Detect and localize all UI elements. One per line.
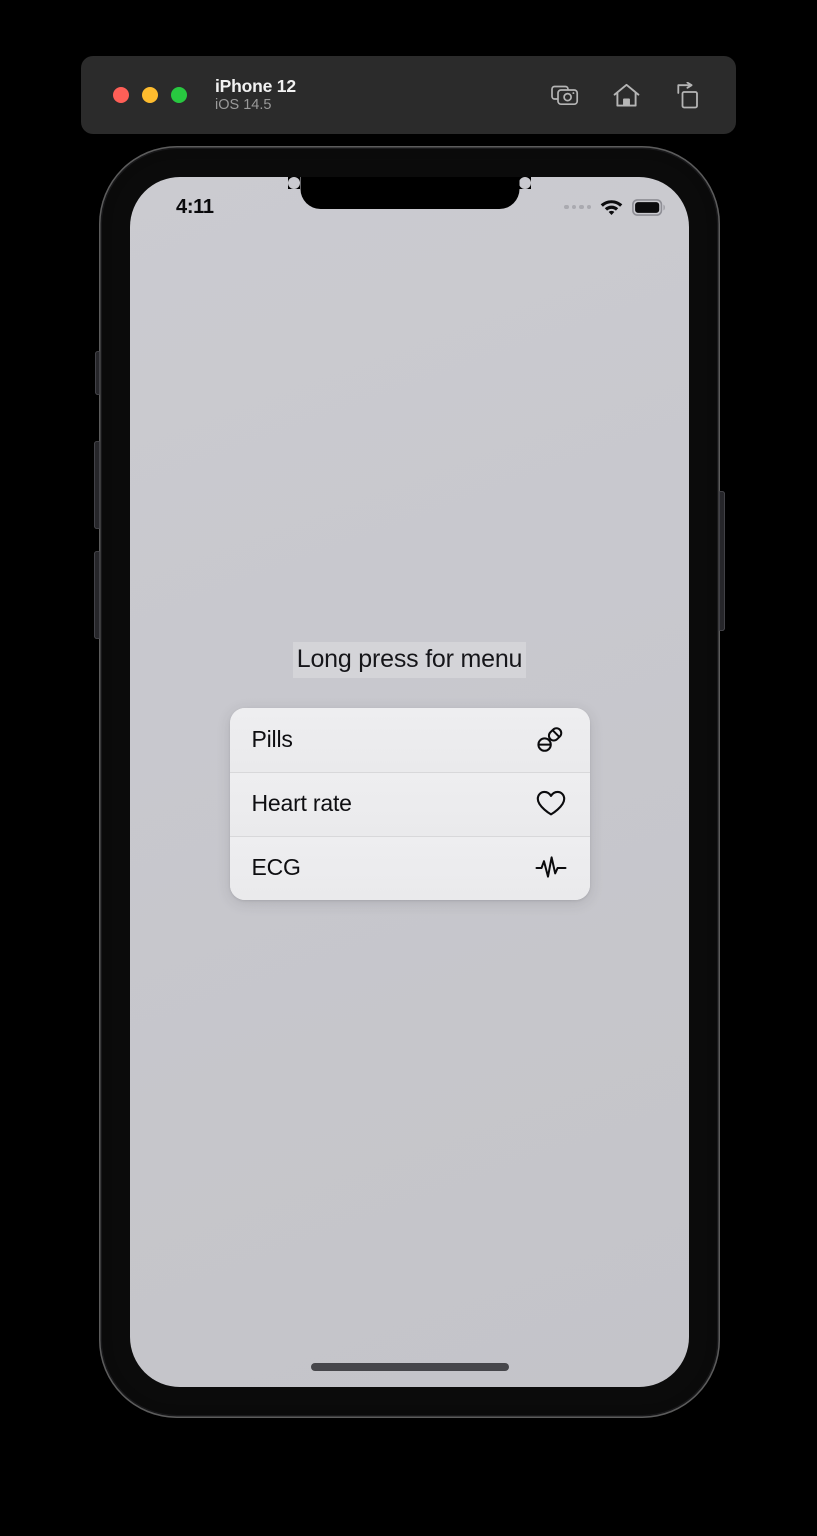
device-info: iPhone 12 iOS 14.5 (215, 76, 296, 115)
heart-icon (534, 787, 568, 821)
screen-content: Long press for menu Pills Heart rate ECG (130, 177, 689, 1387)
menu-item-pills[interactable]: Pills (229, 707, 590, 772)
close-window-button[interactable] (113, 87, 129, 103)
screenshot-button[interactable] (549, 79, 581, 111)
simulator-title-bar: iPhone 12 iOS 14.5 (81, 56, 736, 134)
simulator-stage: iPhone 12 iOS 14.5 4:11 Long press for m… (0, 0, 817, 1536)
ecg-waveform-icon (534, 851, 568, 885)
volume-up-button[interactable] (94, 441, 100, 529)
power-button[interactable] (719, 491, 725, 631)
minimize-window-button[interactable] (142, 87, 158, 103)
maximize-window-button[interactable] (171, 87, 187, 103)
status-bar: 4:11 (130, 177, 689, 225)
menu-item-heart-rate[interactable]: Heart rate (229, 771, 590, 836)
rotate-device-icon (675, 81, 699, 109)
home-button[interactable] (610, 79, 642, 111)
silent-switch[interactable] (95, 351, 100, 395)
menu-item-label: Heart rate (251, 790, 352, 817)
long-press-hint-label[interactable]: Long press for menu (292, 642, 527, 678)
device-os-version: iOS 14.5 (215, 97, 272, 114)
status-bar-clock: 4:11 (176, 195, 214, 218)
context-menu: Pills Heart rate ECG (229, 707, 590, 900)
cellular-signal-icon (564, 204, 591, 210)
iphone-device-frame: 4:11 Long press for menu Pills Heart rat… (94, 146, 725, 1418)
window-controls (113, 87, 187, 103)
home-indicator[interactable] (310, 1363, 509, 1371)
simulator-toolbar (549, 79, 703, 111)
menu-item-label: Pills (251, 726, 293, 753)
wifi-icon (600, 199, 623, 216)
home-icon (613, 83, 640, 108)
pills-icon (534, 723, 568, 757)
status-bar-indicators (564, 198, 666, 216)
device-name: iPhone 12 (215, 75, 296, 96)
volume-down-button[interactable] (94, 551, 100, 639)
menu-item-label: ECG (251, 854, 301, 881)
device-screen: 4:11 Long press for menu Pills Heart rat… (130, 177, 689, 1387)
battery-full-icon (632, 198, 666, 216)
menu-item-ecg[interactable]: ECG (229, 835, 590, 900)
rotate-device-button[interactable] (671, 79, 703, 111)
screenshot-camera-icon (551, 83, 579, 107)
